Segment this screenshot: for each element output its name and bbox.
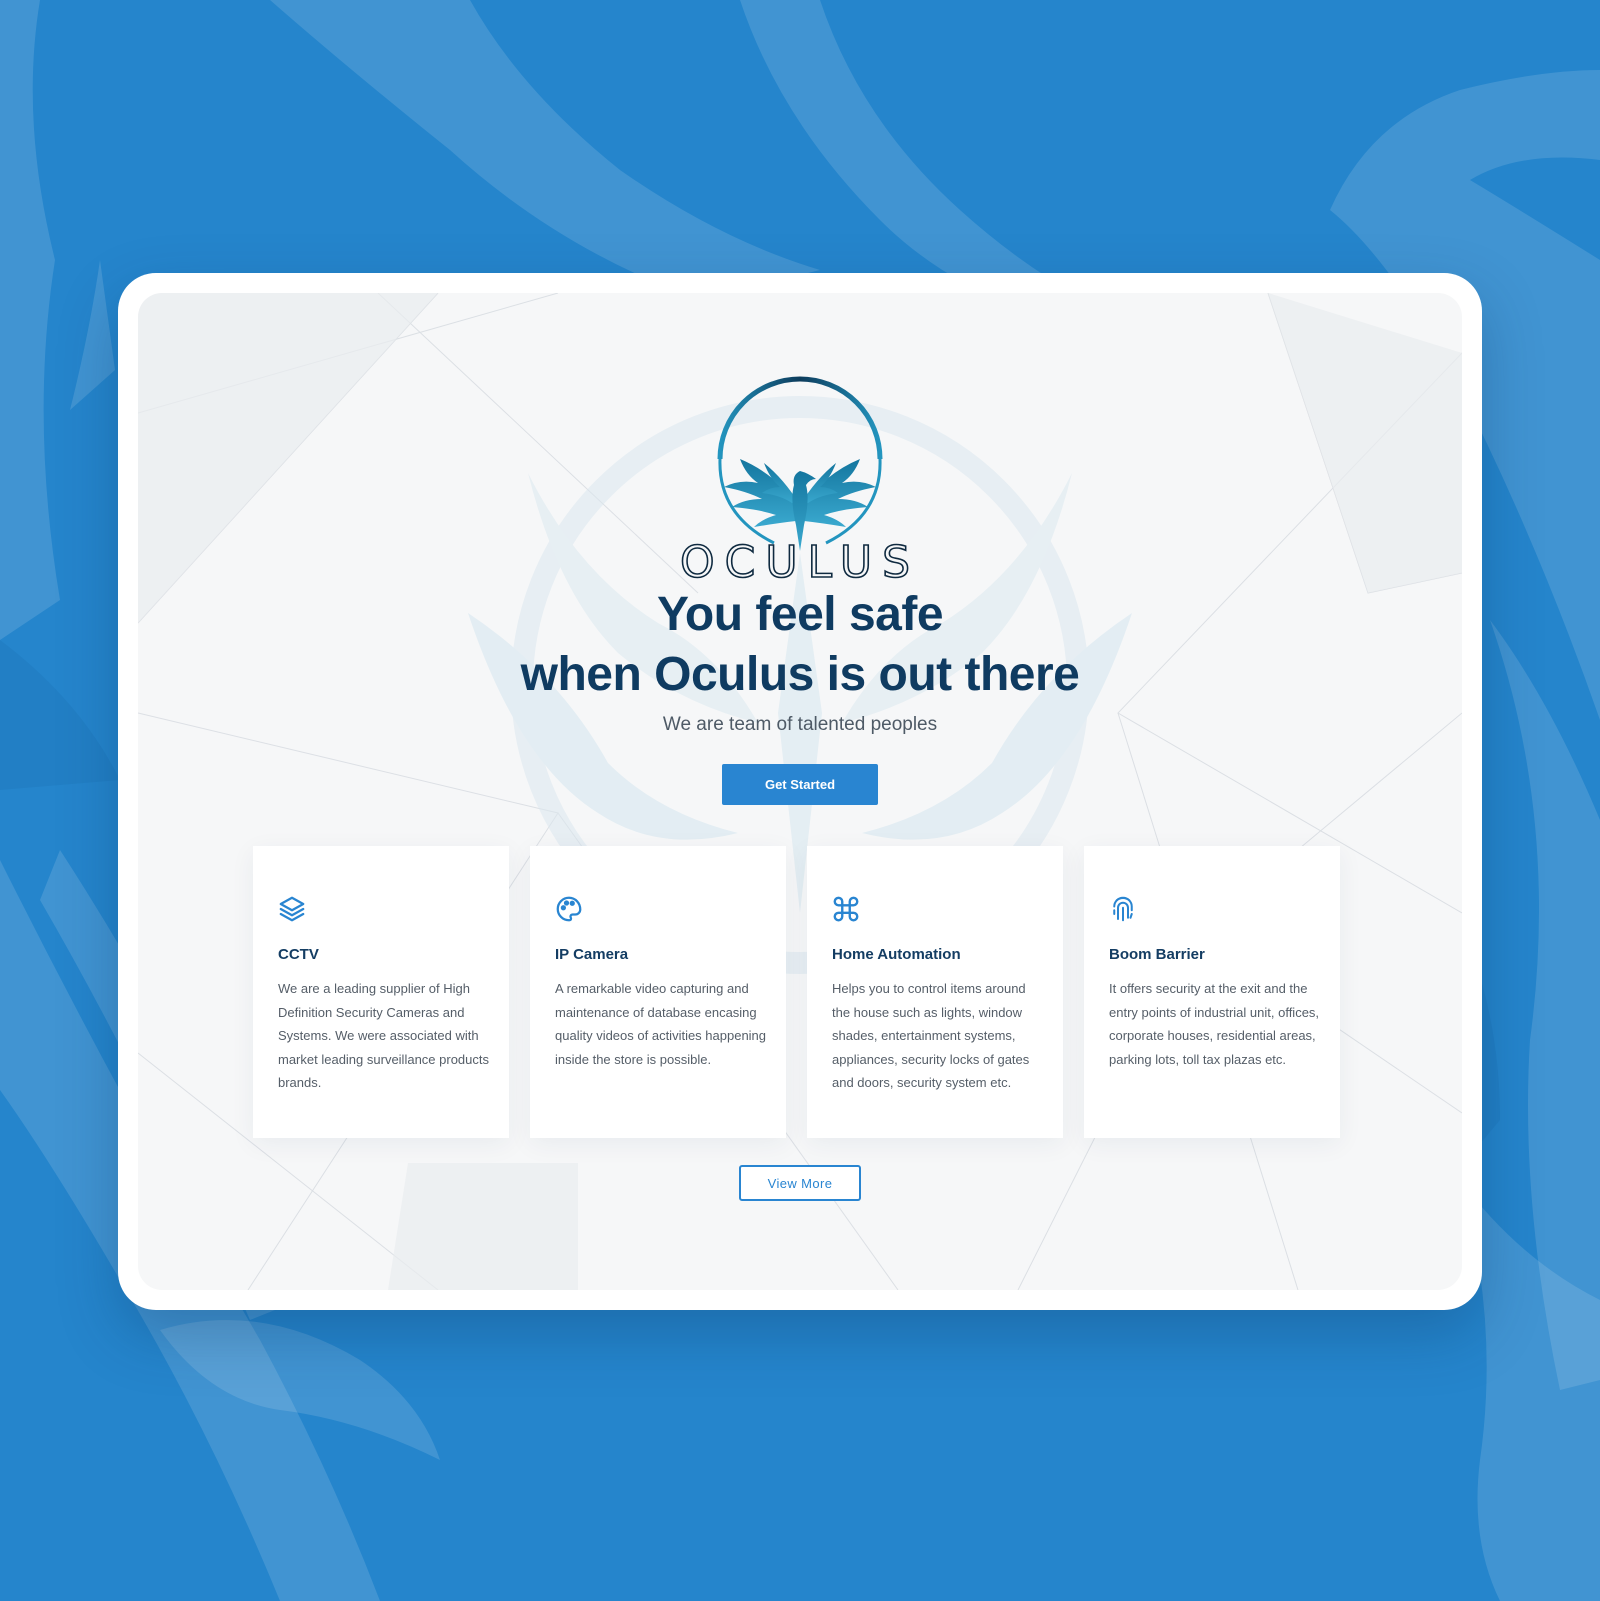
service-title: IP Camera: [555, 946, 629, 963]
service-card-ip-camera[interactable]: IP Camera A remarkable video capturing a…: [530, 846, 786, 1138]
service-description: It offers security at the exit and the e…: [1109, 981, 1320, 1067]
view-more-button[interactable]: View More: [739, 1165, 861, 1201]
hero-subtitle: We are team of talented peoples: [662, 714, 938, 735]
get-started-button[interactable]: Get Started: [722, 764, 878, 805]
hero-headline: You feel safe when Oculus is out there: [138, 585, 1462, 705]
service-description: A remarkable video capturing and mainten…: [555, 981, 767, 1067]
logo-wordmark: OCULUS: [680, 537, 920, 587]
headline-line-1: You feel safe: [656, 588, 944, 641]
command-icon: [833, 896, 859, 922]
service-title: Boom Barrier: [1109, 946, 1205, 963]
service-card-cctv[interactable]: CCTV We are a leading supplier of High D…: [253, 846, 509, 1138]
website-screen: OCULUS You feel safe when Oculus is out …: [138, 293, 1462, 1290]
headline-line-2: when Oculus is out there: [520, 648, 1080, 701]
service-title: Home Automation: [832, 946, 961, 963]
service-description: Helps you to control items around the ho…: [832, 981, 1030, 1090]
service-description: We are a leading supplier of High Defini…: [278, 981, 489, 1090]
service-card-boom-barrier[interactable]: Boom Barrier It offers security at the e…: [1084, 846, 1340, 1138]
service-card-home-automation[interactable]: Home Automation Helps you to control ite…: [807, 846, 1063, 1138]
layers-icon: [279, 896, 305, 922]
service-title: CCTV: [278, 946, 319, 963]
fingerprint-icon: [1113, 896, 1133, 922]
oculus-logo: OCULUS: [679, 376, 920, 587]
palette-icon: [556, 896, 582, 922]
device-frame: OCULUS You feel safe when Oculus is out …: [118, 273, 1482, 1310]
